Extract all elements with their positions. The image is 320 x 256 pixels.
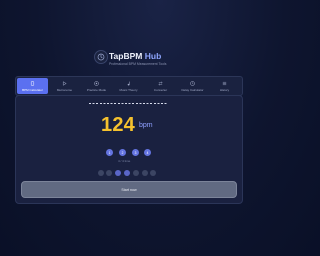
app-title-main: TapBPM <box>109 51 143 61</box>
clock-icon <box>190 80 195 86</box>
time-signature-label: 4 / 4 time <box>118 159 131 163</box>
beat-dot: 4 <box>144 149 151 156</box>
metronome-logo-icon <box>94 50 108 64</box>
target-icon <box>94 80 99 86</box>
tap-history-dot <box>150 170 156 176</box>
beat-dot: 3 <box>132 149 139 156</box>
tap-icon <box>30 80 35 86</box>
history-icon <box>222 81 227 86</box>
tab-label: BPM Calculator <box>22 87 43 92</box>
tap-history-dot <box>106 170 112 176</box>
tab-label: Metronome <box>56 87 73 92</box>
bpm-readout: 124 <box>101 114 135 136</box>
tab-label: Music Theory <box>119 87 138 92</box>
tab-converter[interactable]: Converter <box>145 78 176 94</box>
tap-rhythm-indicator <box>89 103 168 104</box>
tap-history-dots <box>98 170 158 177</box>
play-icon <box>62 80 67 86</box>
tap-history-dot <box>98 170 104 176</box>
tap-history-dot <box>124 170 130 176</box>
music-note-icon <box>126 81 131 86</box>
tab-practice-mode[interactable]: Practice Mode <box>81 78 112 94</box>
tab-metronome[interactable]: Metronome <box>49 78 80 94</box>
tab-bpm-calculator[interactable]: BPM Calculator <box>17 78 48 94</box>
app-title-accent: Hub <box>142 51 162 61</box>
beat-dot: 2 <box>119 149 126 156</box>
app-title: TapBPM Hub <box>109 51 161 61</box>
tap-history-dot <box>133 170 139 176</box>
start-button[interactable]: Start now <box>21 181 237 198</box>
tool-tabs: BPM Calculator Metronome Practice Mode M… <box>15 76 243 96</box>
beat-dot: 1 <box>106 149 113 156</box>
tab-history[interactable]: History <box>209 78 240 94</box>
tab-label: Converter <box>153 87 168 92</box>
tab-label: Practice Mode <box>86 87 107 92</box>
app-tagline: Professional BPM Measurement Tools <box>109 62 167 66</box>
tab-delay-calculator[interactable]: Delay Calculator <box>177 78 208 94</box>
beat-indicator: 1 2 3 4 <box>106 149 152 157</box>
convert-icon <box>158 81 163 86</box>
tab-music-theory[interactable]: Music Theory <box>113 78 144 94</box>
tab-label: Delay Calculator <box>181 87 204 92</box>
tap-history-dot <box>142 170 148 176</box>
tab-label: History <box>219 87 230 92</box>
tap-history-dot <box>115 170 121 176</box>
bpm-unit-label: bpm <box>139 122 153 129</box>
